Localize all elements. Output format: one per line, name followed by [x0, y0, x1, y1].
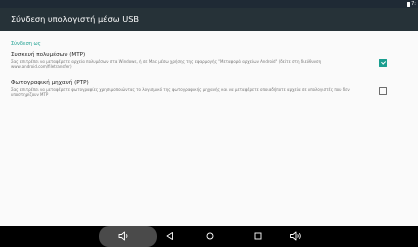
status-icons: 7: — [407, 0, 416, 8]
option-mtp[interactable]: Συσκευή πολυμέσων (MTP) Σας επιτρέπει να… — [0, 52, 418, 82]
back-icon[interactable] — [163, 230, 177, 242]
option-ptp-checkbox[interactable] — [379, 87, 387, 95]
section-header: Σύνδεση ως — [11, 41, 41, 47]
status-time: 7: — [411, 1, 416, 7]
recents-icon[interactable] — [251, 230, 265, 242]
page-title: Σύνδεση υπολογιστή μέσω USB — [11, 14, 140, 24]
option-mtp-title: Συσκευή πολυμέσων (MTP) — [11, 52, 86, 58]
option-mtp-summary: Σας επιτρέπει να μεταφέρετε αρχεία πολυμ… — [11, 59, 322, 69]
option-mtp-checkbox[interactable] — [379, 59, 387, 67]
volume-down-icon[interactable] — [117, 230, 131, 242]
option-ptp[interactable]: Φωτογραφική μηχανή (PTP) Σας επιτρέπει ν… — [0, 80, 418, 110]
volume-up-icon[interactable] — [289, 230, 303, 242]
option-ptp-summary: Σας επιτρέπει να μεταφέρετε φωτογραφίες … — [11, 87, 350, 97]
settings-content: Σύνδεση ως Συσκευή πολυμέσων (MTP) Σας ε… — [0, 31, 418, 226]
home-icon[interactable] — [203, 230, 217, 242]
battery-icon — [407, 1, 411, 7]
option-ptp-title: Φωτογραφική μηχανή (PTP) — [11, 80, 89, 86]
app-bar: Σύνδεση υπολογιστή μέσω USB — [0, 8, 418, 31]
status-bar: 7: — [0, 0, 418, 8]
navigation-bar — [0, 226, 418, 247]
